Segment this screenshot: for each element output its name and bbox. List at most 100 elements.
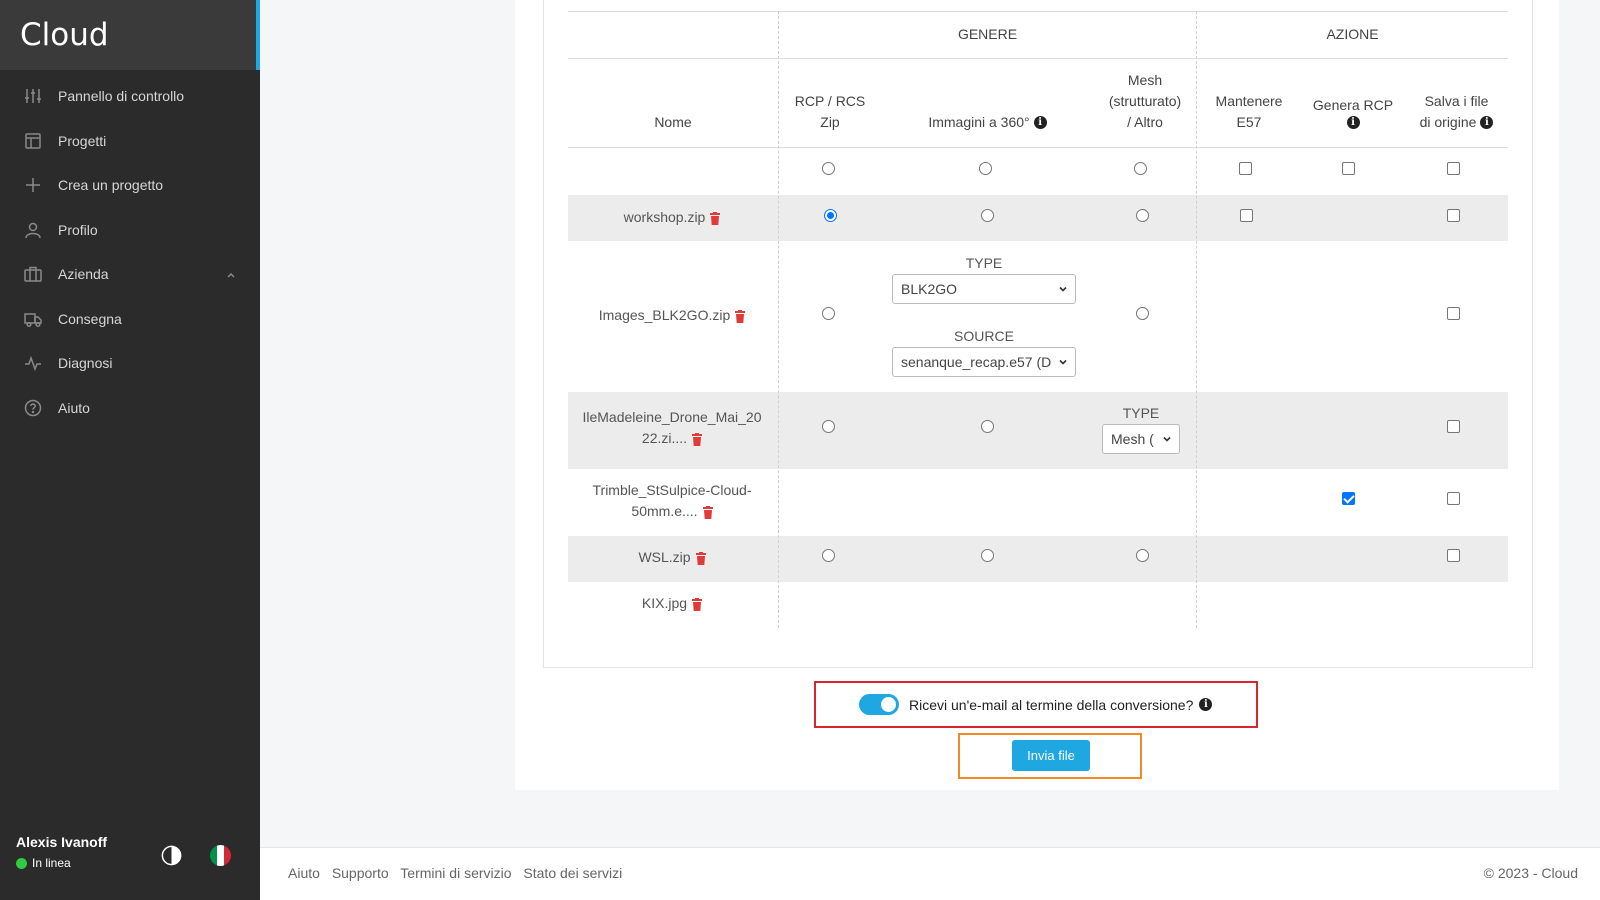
truck-icon bbox=[23, 309, 43, 329]
send-files-button[interactable]: Invia file bbox=[1012, 740, 1090, 771]
select-all-img360-radio[interactable] bbox=[979, 162, 992, 175]
select-all-salva-checkbox[interactable] bbox=[1447, 162, 1460, 175]
layout-icon bbox=[23, 131, 43, 151]
plus-icon bbox=[23, 175, 43, 195]
type-select[interactable]: Mesh ( bbox=[1102, 424, 1180, 454]
activity-icon bbox=[23, 353, 43, 373]
file-name-text: Trimble_StSulpice-Cloud- bbox=[592, 482, 752, 498]
salva-checkbox[interactable] bbox=[1447, 492, 1460, 505]
header-line: Mantenere bbox=[1215, 93, 1283, 109]
select-all-genera-checkbox[interactable] bbox=[1342, 162, 1355, 175]
source-label: SOURCE bbox=[954, 328, 1014, 344]
sidebar-item-create-project[interactable]: Crea un progetto bbox=[0, 163, 260, 208]
trash-icon[interactable] bbox=[735, 309, 746, 323]
column-header-genera: Genera RCP i bbox=[1301, 91, 1405, 133]
email-toggle[interactable] bbox=[859, 694, 899, 715]
trash-icon[interactable] bbox=[710, 211, 721, 225]
footer: Aiuto Supporto Termini di servizio Stato… bbox=[260, 847, 1600, 900]
footer-link-help[interactable]: Aiuto bbox=[288, 865, 320, 881]
rcp-radio[interactable] bbox=[824, 209, 837, 222]
file-name: IleMadeleine_Drone_Mai_20 22.zi.... bbox=[568, 407, 776, 449]
column-header-mesh: Mesh (strutturato) / Altro bbox=[1095, 70, 1195, 133]
sidebar-item-label: Azienda bbox=[58, 266, 109, 283]
sliders-icon bbox=[23, 86, 43, 106]
e57-checkbox[interactable] bbox=[1240, 209, 1253, 222]
source-select[interactable]: senanque_recap.e57 (D bbox=[892, 347, 1076, 377]
salva-checkbox[interactable] bbox=[1447, 549, 1460, 562]
chevron-down-icon bbox=[1059, 286, 1067, 292]
type-select[interactable]: BLK2GO bbox=[892, 274, 1076, 304]
sidebar-item-profile[interactable]: Profilo bbox=[0, 208, 260, 253]
sidebar-item-help[interactable]: Aiuto bbox=[0, 386, 260, 431]
header-line: di origine bbox=[1419, 114, 1477, 130]
mesh-radio[interactable] bbox=[1136, 307, 1149, 320]
img360-radio[interactable] bbox=[981, 420, 994, 433]
logo[interactable]: Cloud bbox=[0, 0, 260, 70]
footer-link-terms[interactable]: Termini di servizio bbox=[400, 865, 511, 881]
img360-radio[interactable] bbox=[981, 209, 994, 222]
mesh-radio[interactable] bbox=[1136, 549, 1149, 562]
sidebar-item-dashboard[interactable]: Pannello di controllo bbox=[0, 74, 260, 119]
group-header-azione: AZIONE bbox=[1326, 26, 1379, 42]
user-status-text: In linea bbox=[32, 856, 71, 870]
trash-icon[interactable] bbox=[702, 505, 713, 519]
column-header-img360: Immagini a 360° i bbox=[900, 112, 1075, 133]
sidebar-item-company[interactable]: Azienda bbox=[0, 252, 260, 297]
sidebar-item-label: Progetti bbox=[58, 132, 107, 149]
sidebar-item-label: Diagnosi bbox=[58, 355, 113, 372]
sidebar-item-label: Pannello di controllo bbox=[58, 88, 185, 105]
rcp-radio[interactable] bbox=[822, 420, 835, 433]
sidebar-item-diagnosis[interactable]: Diagnosi bbox=[0, 341, 260, 386]
info-icon[interactable]: i bbox=[1033, 116, 1047, 129]
help-circle-icon bbox=[23, 398, 43, 418]
salva-checkbox[interactable] bbox=[1447, 307, 1460, 320]
select-all-rcp-radio[interactable] bbox=[822, 162, 835, 175]
footer-link-status[interactable]: Stato dei servizi bbox=[523, 865, 622, 881]
sidebar-item-projects[interactable]: Progetti bbox=[0, 119, 260, 164]
sidebar-nav: Pannello di controllo Progetti Crea un p… bbox=[0, 74, 260, 430]
column-header-rcp: RCP / RCS Zip bbox=[779, 91, 881, 133]
app-title: Cloud bbox=[20, 17, 109, 53]
trash-icon[interactable] bbox=[692, 432, 703, 446]
trash-icon[interactable] bbox=[695, 551, 706, 565]
source-select-value: senanque_recap.e57 (D bbox=[901, 354, 1052, 370]
type-label: TYPE bbox=[965, 255, 1003, 271]
header-line: Zip bbox=[820, 114, 840, 130]
column-header-nome: Nome bbox=[654, 114, 692, 130]
briefcase-icon bbox=[23, 264, 43, 284]
file-name-text: Images_BLK2GO.zip bbox=[598, 307, 731, 323]
info-icon[interactable]: i bbox=[1346, 116, 1360, 129]
select-all-e57-checkbox[interactable] bbox=[1239, 162, 1252, 175]
file-name-text: IleMadeleine_Drone_Mai_20 bbox=[582, 409, 762, 425]
select-all-mesh-radio[interactable] bbox=[1134, 162, 1147, 175]
user-name: Alexis Ivanoff bbox=[16, 834, 108, 850]
header-line: (strutturato) bbox=[1108, 93, 1182, 109]
divider bbox=[568, 147, 1508, 148]
column-header-e57: Mantenere E57 bbox=[1197, 91, 1301, 133]
info-icon[interactable]: i bbox=[1480, 116, 1494, 129]
sidebar-item-label: Profilo bbox=[58, 221, 98, 238]
contrast-icon[interactable] bbox=[161, 845, 182, 866]
file-name-text: WSL.zip bbox=[638, 549, 691, 565]
mesh-radio[interactable] bbox=[1136, 209, 1149, 222]
type-select-value: BLK2GO bbox=[901, 281, 958, 297]
rcp-radio[interactable] bbox=[822, 307, 835, 320]
chevron-down-icon bbox=[1163, 436, 1171, 442]
info-icon[interactable]: i bbox=[1199, 698, 1213, 711]
salva-checkbox[interactable] bbox=[1447, 209, 1460, 222]
column-header-salva: Salva i file di origine i bbox=[1405, 91, 1508, 133]
chevron-up-icon bbox=[226, 267, 236, 283]
rcp-radio[interactable] bbox=[822, 549, 835, 562]
italy-flag-icon[interactable] bbox=[210, 845, 231, 866]
sidebar-item-delivery[interactable]: Consegna bbox=[0, 297, 260, 342]
header-line-wrap: di origine i bbox=[1420, 112, 1494, 133]
img360-radio[interactable] bbox=[981, 549, 994, 562]
user-info[interactable]: Alexis Ivanoff In linea bbox=[16, 834, 107, 870]
footer-link-support[interactable]: Supporto bbox=[332, 865, 389, 881]
trash-icon[interactable] bbox=[692, 597, 703, 611]
header-line: Immagini a 360° bbox=[928, 114, 1030, 130]
sidebar-item-label: Consegna bbox=[58, 310, 122, 327]
header-line: Mesh bbox=[1127, 72, 1163, 88]
salva-checkbox[interactable] bbox=[1447, 420, 1460, 433]
genera-checkbox[interactable] bbox=[1342, 492, 1355, 505]
